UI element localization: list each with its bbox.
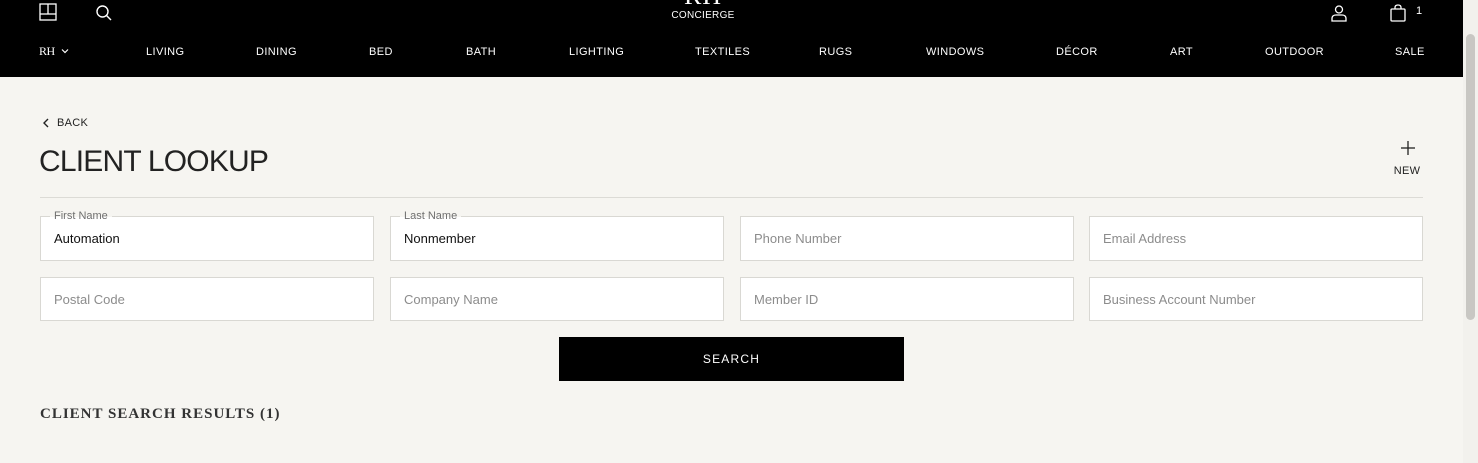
email-field-wrapper bbox=[1089, 216, 1423, 261]
first-name-field-wrapper: First Name bbox=[40, 210, 374, 261]
nav-item-bath[interactable]: BATH bbox=[466, 46, 496, 58]
cart-icon[interactable] bbox=[1389, 4, 1407, 22]
last-name-field[interactable] bbox=[391, 217, 723, 260]
nav-item-dining[interactable]: DINING bbox=[256, 46, 297, 58]
last-name-label: Last Name bbox=[400, 210, 462, 223]
first-name-field[interactable] bbox=[41, 217, 373, 260]
postal-code-field[interactable] bbox=[41, 278, 373, 320]
business-account-number-field[interactable] bbox=[1090, 278, 1422, 320]
phone-number-field[interactable] bbox=[741, 217, 1073, 260]
new-client-button[interactable]: NEW bbox=[1391, 139, 1423, 179]
account-icon[interactable] bbox=[1330, 4, 1348, 22]
layout-icon[interactable] bbox=[39, 3, 57, 21]
first-name-label: First Name bbox=[50, 210, 112, 223]
nav-item-textiles[interactable]: TEXTILES bbox=[695, 46, 750, 58]
back-label: BACK bbox=[57, 117, 89, 129]
nav-item-rugs[interactable]: RUGS bbox=[819, 46, 852, 58]
brand-menu-dropdown[interactable]: RH bbox=[39, 43, 69, 59]
nav-item-outdoor[interactable]: OUTDOOR bbox=[1265, 46, 1324, 58]
results-heading: CLIENT SEARCH RESULTS (1) bbox=[40, 406, 281, 422]
chevron-left-icon bbox=[43, 118, 49, 128]
new-client-label: NEW bbox=[1393, 165, 1421, 177]
scrollbar-thumb[interactable] bbox=[1466, 34, 1475, 320]
nav-item-windows[interactable]: WINDOWS bbox=[926, 46, 984, 58]
phone-field-wrapper bbox=[740, 216, 1074, 261]
member-id-field[interactable] bbox=[741, 278, 1073, 320]
company-name-field[interactable] bbox=[391, 278, 723, 320]
member-id-field-wrapper bbox=[740, 277, 1074, 321]
nav-item-decor[interactable]: DÉCOR bbox=[1056, 46, 1098, 58]
plus-icon bbox=[1401, 141, 1415, 155]
brand-menu-label: RH bbox=[39, 43, 55, 58]
page-title: CLIENT LOOKUP bbox=[39, 145, 269, 178]
nav-item-art[interactable]: ART bbox=[1170, 46, 1193, 58]
search-icon[interactable] bbox=[95, 4, 113, 22]
business-account-field-wrapper bbox=[1089, 277, 1423, 321]
nav-item-bed[interactable]: BED bbox=[369, 46, 393, 58]
nav-item-lighting[interactable]: LIGHTING bbox=[569, 46, 624, 58]
back-link[interactable]: BACK bbox=[42, 116, 88, 130]
top-header: RH CONCIERGE 1 RH LIVING DINING BED BATH… bbox=[0, 0, 1478, 77]
nav-item-sale[interactable]: SALE bbox=[1395, 46, 1425, 58]
logo-subtitle: CONCIERGE bbox=[671, 10, 735, 21]
last-name-field-wrapper: Last Name bbox=[390, 210, 724, 261]
search-button[interactable]: SEARCH bbox=[559, 337, 904, 381]
chevron-down-icon bbox=[61, 49, 69, 54]
nav-item-living[interactable]: LIVING bbox=[146, 46, 184, 58]
email-address-field[interactable] bbox=[1090, 217, 1422, 260]
divider bbox=[40, 197, 1423, 198]
logo[interactable]: RH bbox=[672, 0, 734, 9]
cart-count-badge: 1 bbox=[1416, 5, 1423, 17]
postal-code-field-wrapper bbox=[40, 277, 374, 321]
company-name-field-wrapper bbox=[390, 277, 724, 321]
